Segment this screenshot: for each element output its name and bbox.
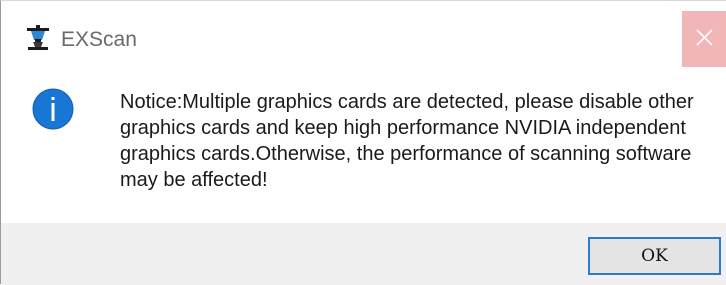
ok-button[interactable]: OK — [588, 237, 721, 275]
exscan-scanner-icon — [25, 25, 51, 51]
title-bar: EXScan — [1, 1, 726, 75]
window-title: EXScan — [61, 28, 137, 51]
close-button[interactable] — [682, 11, 726, 67]
close-icon — [696, 29, 713, 46]
message-dialog: EXScan Notice:Multiple graphics cards ar… — [0, 0, 726, 285]
dialog-message: Notice:Multiple graphics cards are detec… — [120, 91, 694, 191]
info-icon — [32, 88, 74, 130]
